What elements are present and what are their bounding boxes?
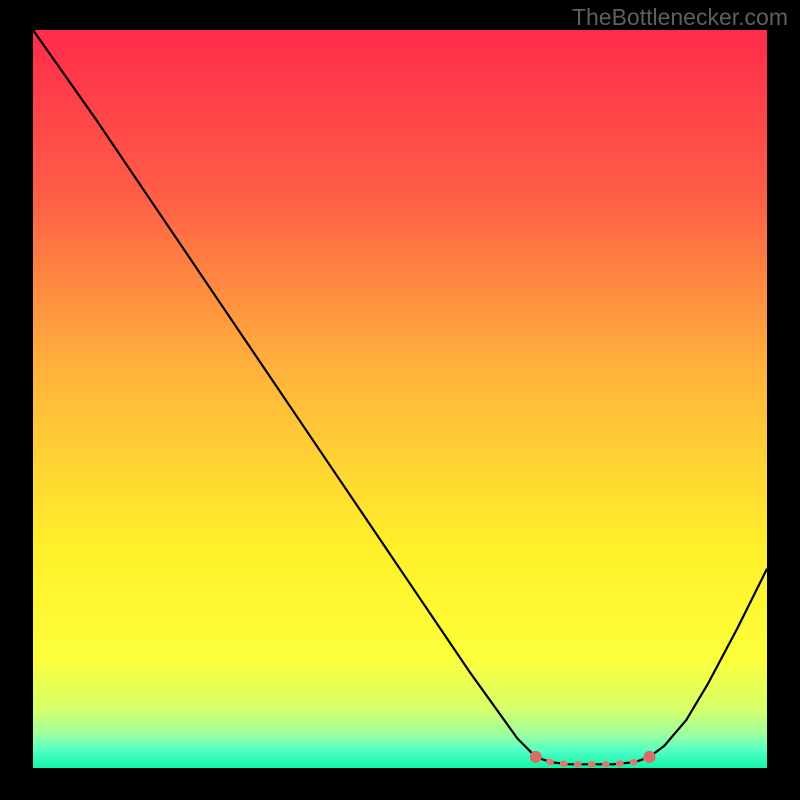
chart-svg <box>33 30 767 768</box>
watermark-text: TheBottlenecker.com <box>572 4 788 31</box>
chart-background <box>33 30 767 768</box>
optimal-zone-end-cap <box>644 751 656 763</box>
optimal-zone-start-cap <box>530 751 542 763</box>
bottleneck-chart <box>33 30 767 768</box>
